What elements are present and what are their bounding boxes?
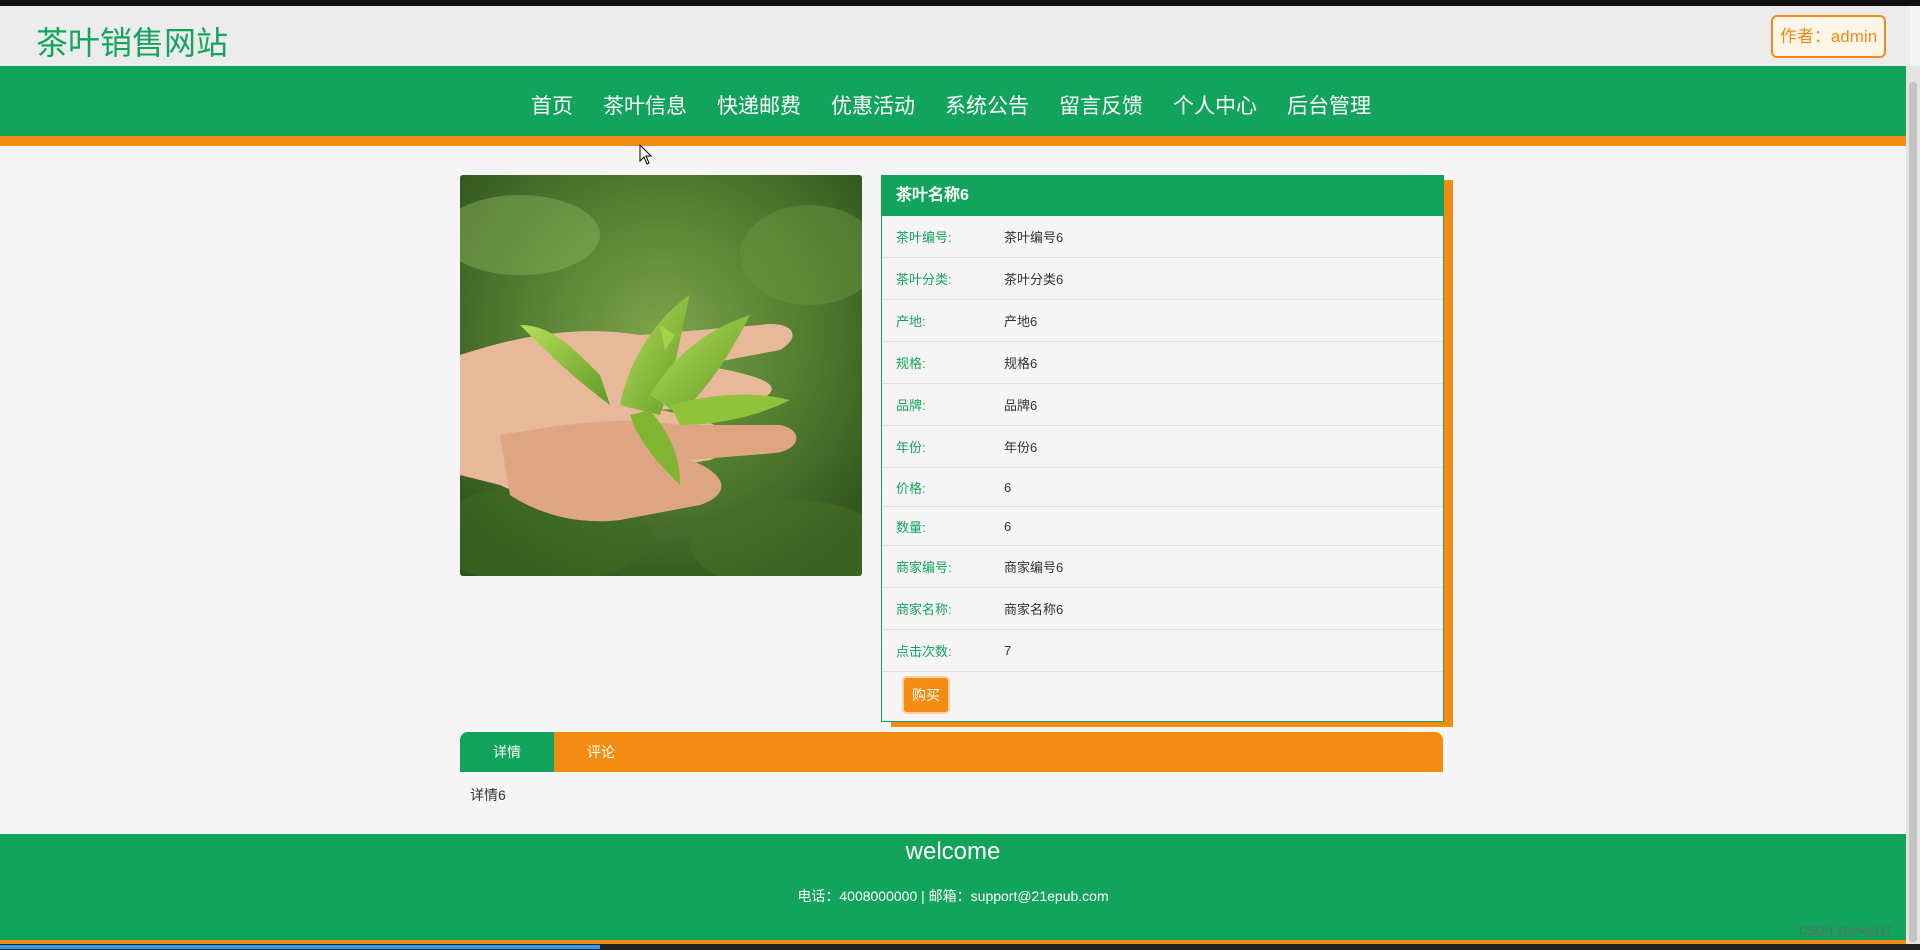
site-footer: welcome 电话：4008000000 | 邮箱：support@21epu… (0, 834, 1906, 944)
info-label: 商家名称: (896, 602, 952, 617)
info-label: 价格: (896, 480, 926, 496)
info-value: 6 (1004, 518, 1012, 534)
tab-comments[interactable]: 评论 (554, 732, 648, 772)
site-title: 茶叶销售网站 (36, 24, 229, 62)
info-label: 数量: (896, 519, 926, 535)
info-value: 规格6 (1004, 356, 1038, 371)
nav-item-promotions[interactable]: 优惠活动 (831, 90, 915, 120)
detail-content: 详情6 (470, 787, 506, 803)
info-value: 产地6 (1004, 314, 1038, 329)
info-label: 规格: (896, 356, 926, 371)
info-row: 年份: 年份6 (882, 426, 1443, 468)
info-row: 数量: 6 (882, 507, 1443, 546)
info-label: 品牌: (896, 398, 926, 413)
info-row: 产地: 产地6 (882, 300, 1443, 342)
tab-details[interactable]: 详情 (460, 732, 554, 772)
scrollbar-thumb[interactable] (1909, 82, 1917, 942)
info-row: 点击次数: 7 (882, 630, 1443, 672)
info-value: 6 (1004, 479, 1012, 495)
info-value: 茶叶编号6 (1004, 230, 1064, 245)
info-value: 商家名称6 (1004, 602, 1064, 617)
info-row: 茶叶编号: 茶叶编号6 (882, 216, 1443, 258)
info-row: 规格: 规格6 (882, 342, 1443, 384)
author-button[interactable]: 作者：admin (1771, 15, 1886, 58)
info-label: 产地: (896, 314, 926, 329)
nav-item-feedback[interactable]: 留言反馈 (1059, 90, 1143, 120)
info-value: 7 (1004, 643, 1012, 658)
info-row: 价格: 6 (882, 468, 1443, 507)
footer-welcome: welcome (905, 838, 1001, 865)
loading-progress-bar (0, 945, 600, 949)
info-value: 商家编号6 (1004, 560, 1064, 575)
product-title: 茶叶名称6 (882, 176, 1443, 216)
nav-item-personal-center[interactable]: 个人中心 (1173, 90, 1257, 120)
info-row: 商家名称: 商家名称6 (882, 588, 1443, 630)
info-row: 茶叶分类: 茶叶分类6 (882, 258, 1443, 300)
detail-tab-bar: 详情 评论 (460, 732, 1443, 772)
info-label: 年份: (896, 440, 926, 455)
site-header: 茶叶销售网站 作者：admin (0, 6, 1910, 66)
main-nav: 首页 茶叶信息 快递邮费 优惠活动 系统公告 留言反馈 个人中心 后台管理 (0, 66, 1906, 146)
info-row: 品牌: 品牌6 (882, 384, 1443, 426)
info-label: 商家编号: (896, 560, 952, 575)
info-value: 品牌6 (1004, 398, 1038, 413)
info-row: 商家编号: 商家编号6 (882, 546, 1443, 588)
buy-button[interactable]: 购买 (902, 676, 950, 714)
product-image (460, 175, 862, 576)
watermark: CSDN @sheji117 (1799, 924, 1893, 938)
footer-contact: 电话：4008000000 | 邮箱：support@21epub.com (797, 888, 1109, 904)
product-info-panel: 茶叶名称6 茶叶编号: 茶叶编号6 茶叶分类: 茶叶分类6 产地: 产地6 规格… (881, 175, 1444, 722)
mouse-pointer-icon (639, 143, 653, 171)
info-label: 点击次数: (896, 644, 952, 659)
nav-item-admin[interactable]: 后台管理 (1287, 90, 1371, 120)
nav-item-shipping[interactable]: 快递邮费 (717, 90, 801, 120)
nav-item-tea-info[interactable]: 茶叶信息 (603, 90, 687, 120)
nav-item-home[interactable]: 首页 (531, 90, 573, 120)
info-value: 年份6 (1004, 440, 1038, 455)
nav-item-announcements[interactable]: 系统公告 (945, 90, 1029, 120)
info-value: 茶叶分类6 (1004, 272, 1064, 287)
info-label: 茶叶编号: (896, 230, 952, 245)
info-label: 茶叶分类: (896, 272, 952, 287)
